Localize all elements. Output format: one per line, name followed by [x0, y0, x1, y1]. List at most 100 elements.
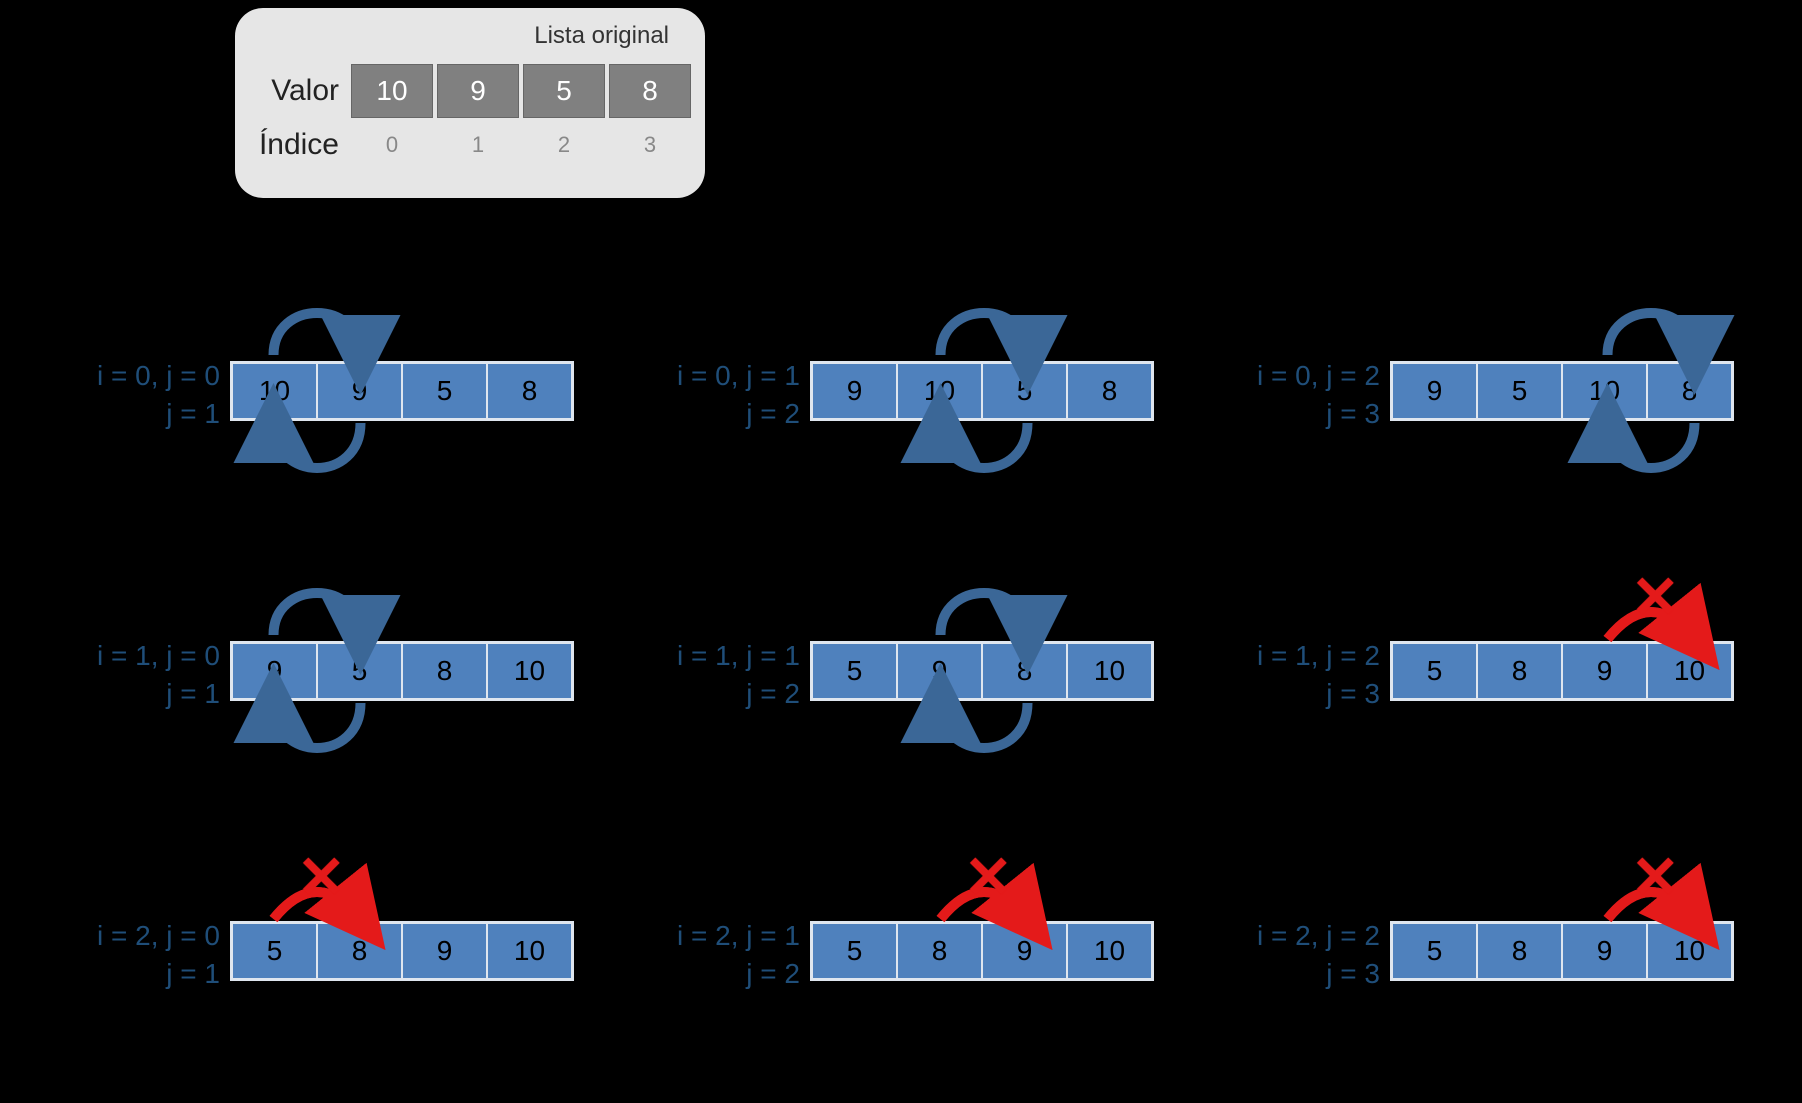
array-row: 58910 — [230, 921, 574, 981]
original-cell: 10 — [351, 64, 433, 118]
loop-i-j-label: i = 1, j = 1 — [620, 637, 800, 675]
array-cell: 9 — [402, 923, 487, 979]
array-cell: 10 — [1562, 363, 1647, 419]
loop-j-next-label: j = 1 — [40, 955, 220, 993]
loop-indices-label: i = 0, j = 2j = 3 — [1200, 357, 1380, 433]
array-cell: 5 — [1392, 923, 1477, 979]
array-cell: 8 — [897, 923, 982, 979]
loop-j-next-label: j = 2 — [620, 395, 800, 433]
original-index: 1 — [437, 132, 519, 158]
loop-j-next-label: j = 1 — [40, 675, 220, 713]
loop-indices-label: i = 1, j = 0j = 1 — [40, 637, 220, 713]
original-title: Lista original — [534, 22, 669, 50]
array-cell: 10 — [1067, 923, 1152, 979]
array-cell: 8 — [1647, 363, 1732, 419]
loop-j-next-label: j = 2 — [620, 675, 800, 713]
array-cell: 9 — [1562, 643, 1647, 699]
loop-i-j-label: i = 1, j = 2 — [1200, 637, 1380, 675]
no-swap-cross-icon: ✕ — [297, 849, 346, 907]
original-indices: 0 1 2 3 — [351, 132, 691, 158]
array-cell: 9 — [897, 643, 982, 699]
array-row: 91058 — [810, 361, 1154, 421]
step-panel: i = 1, j = 2j = 358910✕ — [1200, 555, 1770, 815]
array-cell: 8 — [487, 363, 572, 419]
array-cell: 9 — [1392, 363, 1477, 419]
array-cell: 9 — [982, 923, 1067, 979]
loop-i-j-label: i = 2, j = 2 — [1200, 917, 1380, 955]
loop-i-j-label: i = 0, j = 0 — [40, 357, 220, 395]
original-index: 0 — [351, 132, 433, 158]
loop-j-next-label: j = 1 — [40, 395, 220, 433]
indice-label: Índice — [253, 128, 339, 162]
array-cell: 10 — [1647, 923, 1732, 979]
loop-indices-label: i = 1, j = 2j = 3 — [1200, 637, 1380, 713]
step-panel: i = 2, j = 0j = 158910✕ — [40, 835, 610, 1095]
original-cell: 8 — [609, 64, 691, 118]
original-value-row: Valor 10 9 5 8 — [253, 64, 691, 118]
original-boxes: 10 9 5 8 — [351, 64, 691, 118]
array-cell: 5 — [812, 643, 897, 699]
no-swap-cross-icon: ✕ — [1631, 569, 1680, 627]
loop-indices-label: i = 2, j = 2j = 3 — [1200, 917, 1380, 993]
step-panel: i = 0, j = 2j = 395108 — [1200, 275, 1770, 535]
array-row: 95108 — [1390, 361, 1734, 421]
array-cell: 10 — [487, 923, 572, 979]
array-cell: 5 — [1477, 363, 1562, 419]
array-row: 58910 — [810, 921, 1154, 981]
original-cell: 9 — [437, 64, 519, 118]
loop-j-next-label: j = 3 — [1200, 395, 1380, 433]
array-cell: 5 — [317, 643, 402, 699]
loop-indices-label: i = 2, j = 1j = 2 — [620, 917, 800, 993]
array-cell: 5 — [402, 363, 487, 419]
original-list-card: Lista original Valor 10 9 5 8 Índice 0 1… — [235, 8, 705, 198]
loop-i-j-label: i = 0, j = 1 — [620, 357, 800, 395]
loop-indices-label: i = 2, j = 0j = 1 — [40, 917, 220, 993]
loop-j-next-label: j = 3 — [1200, 675, 1380, 713]
no-swap-cross-icon: ✕ — [1631, 849, 1680, 907]
array-cell: 5 — [982, 363, 1067, 419]
array-cell: 10 — [897, 363, 982, 419]
array-cell: 10 — [487, 643, 572, 699]
array-cell: 9 — [232, 643, 317, 699]
loop-indices-label: i = 0, j = 1j = 2 — [620, 357, 800, 433]
loop-j-next-label: j = 2 — [620, 955, 800, 993]
loop-i-j-label: i = 0, j = 2 — [1200, 357, 1380, 395]
array-row: 95810 — [230, 641, 574, 701]
array-cell: 10 — [1647, 643, 1732, 699]
valor-label: Valor — [253, 74, 339, 108]
loop-i-j-label: i = 2, j = 0 — [40, 917, 220, 955]
array-cell: 5 — [1392, 643, 1477, 699]
original-index: 3 — [609, 132, 691, 158]
array-cell: 8 — [1477, 643, 1562, 699]
original-index-row: Índice 0 1 2 3 — [253, 128, 691, 162]
array-cell: 8 — [402, 643, 487, 699]
array-cell: 9 — [317, 363, 402, 419]
original-cell: 5 — [523, 64, 605, 118]
original-index: 2 — [523, 132, 605, 158]
array-row: 59810 — [810, 641, 1154, 701]
loop-indices-label: i = 0, j = 0j = 1 — [40, 357, 220, 433]
array-cell: 5 — [232, 923, 317, 979]
loop-i-j-label: i = 1, j = 0 — [40, 637, 220, 675]
array-row: 58910 — [1390, 641, 1734, 701]
array-cell: 8 — [982, 643, 1067, 699]
step-panel: i = 0, j = 0j = 110958 — [40, 275, 610, 535]
array-cell: 8 — [1477, 923, 1562, 979]
array-cell: 9 — [1562, 923, 1647, 979]
loop-j-next-label: j = 3 — [1200, 955, 1380, 993]
step-panel: i = 0, j = 1j = 291058 — [620, 275, 1190, 535]
array-cell: 10 — [232, 363, 317, 419]
step-panel: i = 2, j = 1j = 258910✕ — [620, 835, 1190, 1095]
step-panel: i = 2, j = 2j = 358910✕ — [1200, 835, 1770, 1095]
array-row: 58910 — [1390, 921, 1734, 981]
array-cell: 9 — [812, 363, 897, 419]
step-panel: i = 1, j = 0j = 195810 — [40, 555, 610, 815]
loop-indices-label: i = 1, j = 1j = 2 — [620, 637, 800, 713]
array-cell: 8 — [317, 923, 402, 979]
array-row: 10958 — [230, 361, 574, 421]
loop-i-j-label: i = 2, j = 1 — [620, 917, 800, 955]
array-cell: 10 — [1067, 643, 1152, 699]
array-cell: 8 — [1067, 363, 1152, 419]
array-cell: 5 — [812, 923, 897, 979]
no-swap-cross-icon: ✕ — [964, 849, 1013, 907]
